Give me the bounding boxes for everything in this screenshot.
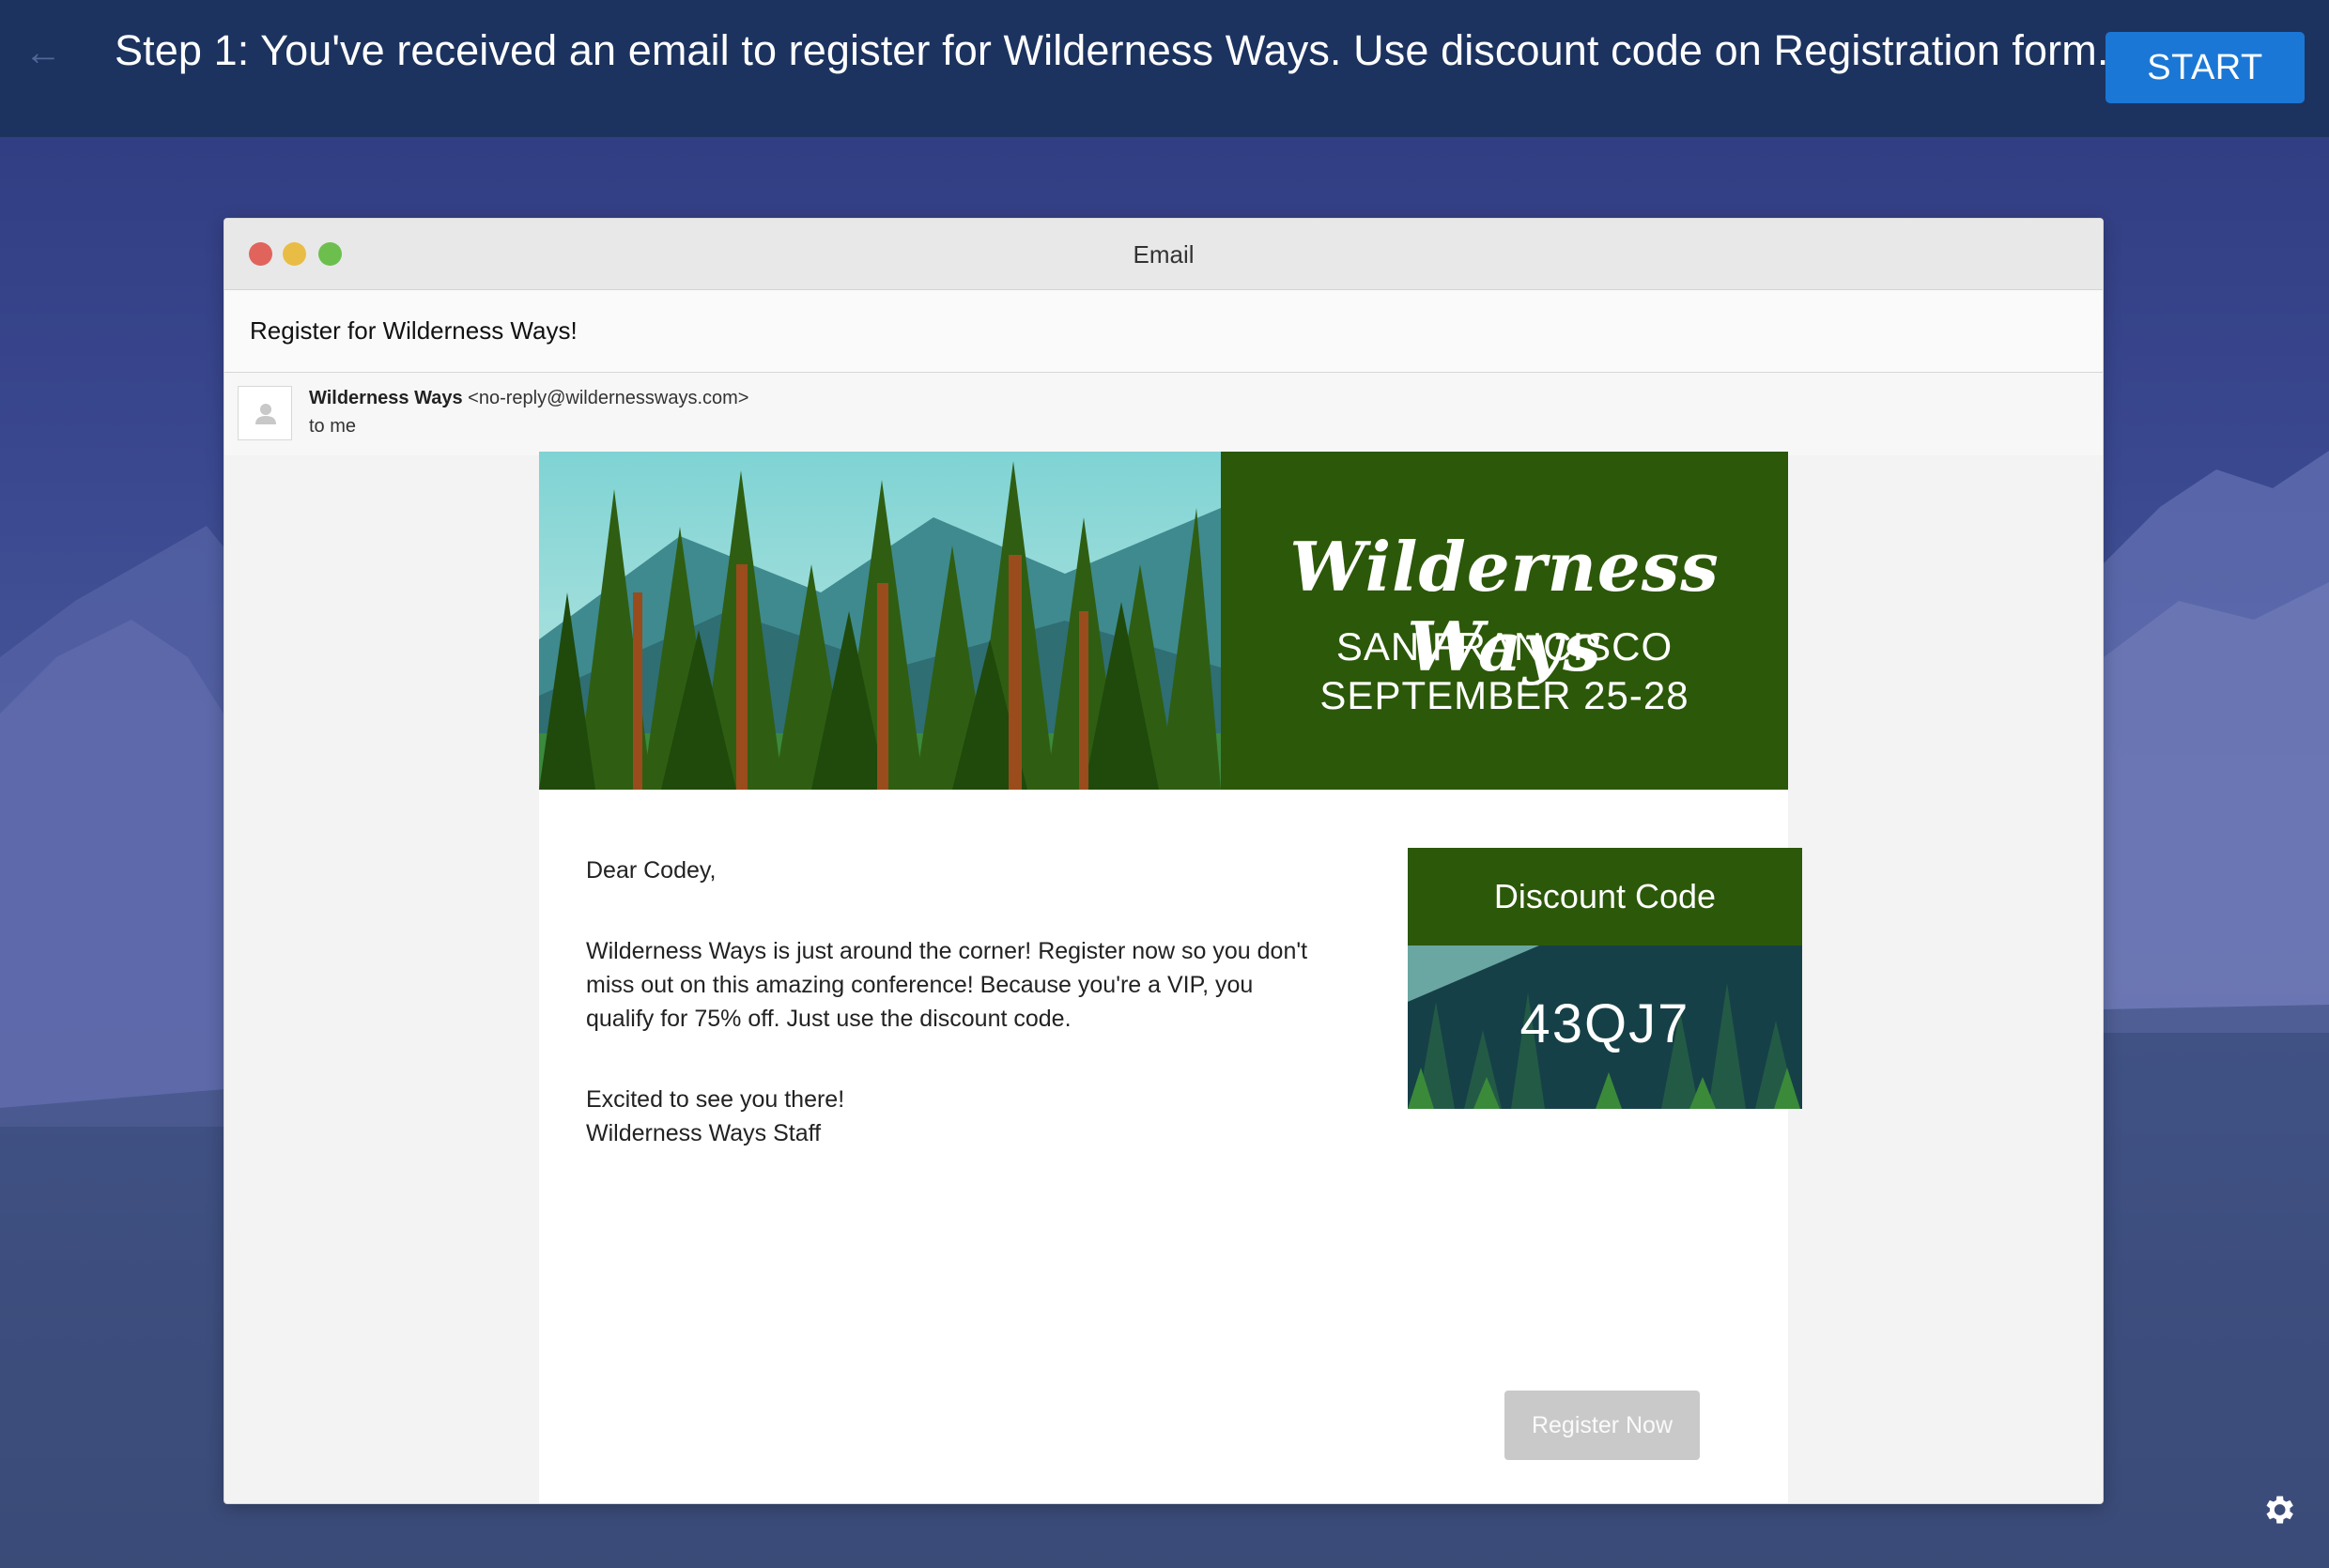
email-subject: Register for Wilderness Ways! bbox=[250, 316, 578, 345]
window-titlebar: Email bbox=[224, 219, 2103, 290]
event-banner: Wilderness Ways SAN FRANCISCO SEPTEMBER … bbox=[539, 452, 1788, 790]
discount-card: Discount Code 43QJ7 bbox=[1408, 848, 1802, 1109]
recipient: to me bbox=[309, 416, 357, 437]
step-instruction: Step 1: You've received an email to regi… bbox=[115, 26, 2109, 74]
event-dates: SEPTEMBER 25-28 bbox=[1319, 673, 1689, 717]
start-button[interactable]: START bbox=[2105, 32, 2305, 103]
message-paragraph: Wilderness Ways is just around the corne… bbox=[586, 938, 1308, 1032]
person-icon bbox=[255, 404, 276, 424]
sender-email: <no-reply@wildernessways.com> bbox=[468, 388, 749, 408]
event-city: SAN FRANCISCO bbox=[1335, 624, 1673, 669]
gear-icon[interactable] bbox=[2260, 1491, 2297, 1529]
email-message: Dear Codey, Wilderness Ways is just arou… bbox=[586, 853, 1319, 1150]
greeting: Dear Codey, bbox=[586, 857, 717, 884]
email-body: Wilderness Ways SAN FRANCISCO SEPTEMBER … bbox=[539, 452, 1802, 1503]
sender: Wilderness Ways <no-reply@wildernessways… bbox=[309, 388, 748, 409]
discount-code: 43QJ7 bbox=[1519, 993, 1690, 1054]
email-window: Email Register for Wilderness Ways! Wild… bbox=[224, 218, 2104, 1504]
signature: Wilderness Ways Staff bbox=[586, 1120, 822, 1146]
sender-name: Wilderness Ways bbox=[309, 388, 463, 408]
sender-row: Wilderness Ways <no-reply@wildernessways… bbox=[224, 373, 2103, 455]
banner-info: Wilderness Ways SAN FRANCISCO SEPTEMBER … bbox=[1221, 452, 1788, 790]
instruction-bar: ← Step 1: You've received an email to re… bbox=[0, 0, 2329, 137]
register-now-button[interactable]: Register Now bbox=[1504, 1391, 1700, 1460]
arrow-left-icon[interactable]: ← bbox=[23, 32, 64, 73]
window-title: Email bbox=[1133, 240, 1195, 269]
avatar bbox=[238, 386, 292, 440]
forest-illustration bbox=[539, 452, 1221, 790]
discount-heading: Discount Code bbox=[1408, 848, 1802, 945]
closing-line: Excited to see you there! bbox=[586, 1086, 845, 1113]
subject-bar: Register for Wilderness Ways! bbox=[224, 290, 2103, 373]
discount-code-panel: 43QJ7 bbox=[1408, 945, 1802, 1109]
